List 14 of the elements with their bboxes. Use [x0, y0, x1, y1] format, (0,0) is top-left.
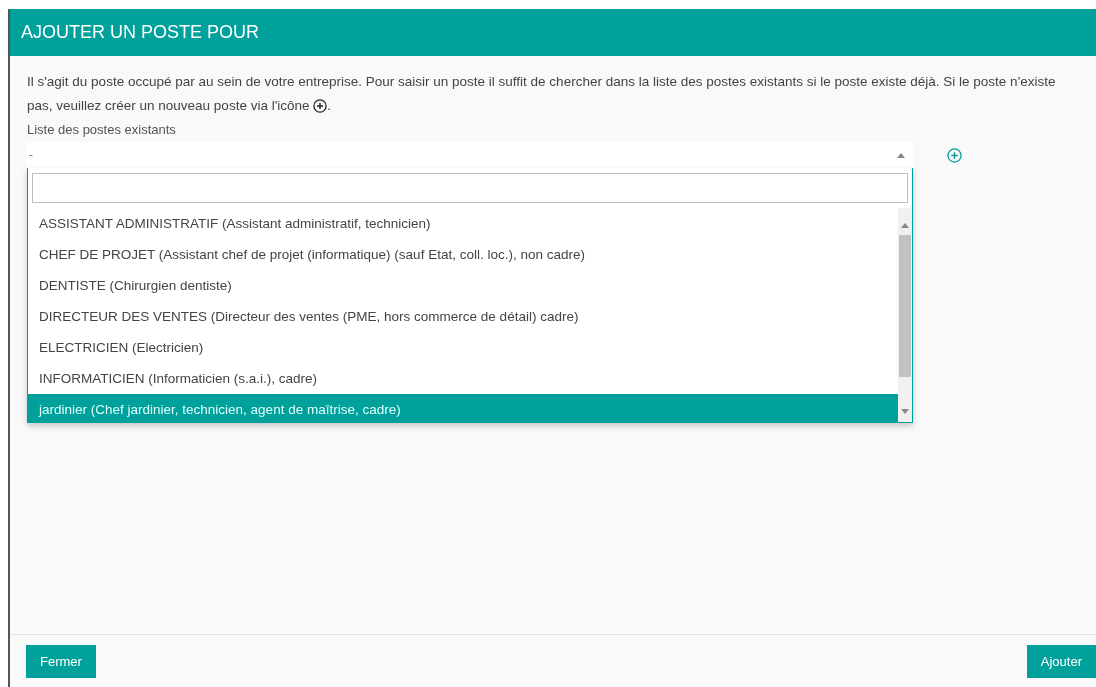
description-text: pas, veuillez créer un nouveau poste via l'icône [27, 97, 310, 115]
field-label: Liste des postes existants [27, 122, 177, 137]
add-circle-icon [947, 148, 962, 163]
add-circle-icon [313, 99, 328, 113]
scroll-up-icon[interactable] [901, 223, 909, 228]
caret-icon[interactable] [897, 152, 905, 158]
description-text: . [327, 97, 332, 115]
dialog-title: AJOUTER UN POSTE POUR [21, 22, 260, 43]
search-field[interactable] [32, 173, 908, 203]
add-button[interactable] [947, 148, 962, 163]
scrollbar[interactable] [898, 208, 912, 422]
select-field[interactable]: - [27, 142, 913, 168]
scroll-down-icon[interactable] [901, 409, 909, 414]
description-text: Il s'agit du poste occupé par au sein de votre entreprise. Pour saisir un poste il suffit de chercher dans la liste des postes existants si le poste existe déjà. Si le poste n'existe [27, 73, 1056, 91]
